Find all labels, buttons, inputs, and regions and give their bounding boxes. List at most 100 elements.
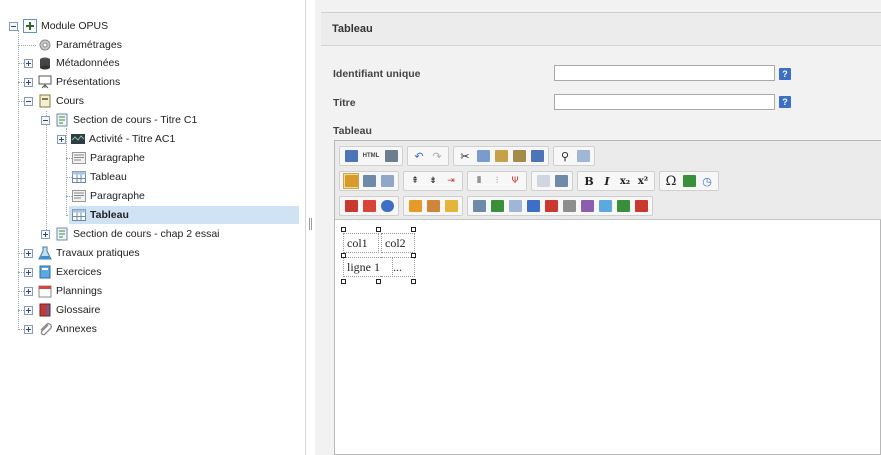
expand-toggle-icon[interactable] [24,267,33,277]
split-cells-icon[interactable] [553,173,569,189]
tree-node-label: Paragraphe [90,190,145,202]
tree-node-exercices[interactable]: Exercices [24,263,102,281]
print-icon[interactable] [383,148,399,164]
paste-text-icon[interactable] [511,148,527,164]
quiz-icon[interactable] [579,198,595,214]
tree-node-section-chap2[interactable]: Section de cours - chap 2 essai [41,225,220,243]
tree-node-annexes[interactable]: Annexes [24,320,97,338]
flash-icon[interactable] [615,198,631,214]
cut-icon[interactable]: ✂ [457,148,473,164]
expand-toggle-icon[interactable] [24,58,33,68]
tree-node-cours[interactable]: Cours [24,92,84,110]
collapse-toggle-icon[interactable] [9,21,18,31]
tree-node-tableau[interactable]: Tableau [72,168,127,186]
new-document-icon[interactable] [407,198,423,214]
tree-node-metadonnees[interactable]: Métadonnées [24,54,120,72]
resize-handle[interactable] [341,279,346,284]
table-properties-icon[interactable] [343,173,359,189]
pane-splitter[interactable] [305,0,315,455]
image-icon[interactable] [471,198,487,214]
html-source-button[interactable]: HTML [361,148,381,164]
cell-properties-icon[interactable] [379,173,395,189]
book-icon[interactable] [361,198,377,214]
superscript-button[interactable]: x² [635,173,651,189]
resize-handle[interactable] [376,279,381,284]
content-table[interactable]: col1 col2 ligne 1 ... [341,227,416,284]
collapse-toggle-icon[interactable] [24,96,33,106]
tree-node-glossaire[interactable]: Glossaire [24,301,100,319]
insert-date-icon[interactable] [681,173,697,189]
identifiant-unique-input[interactable] [554,65,775,81]
expand-toggle-icon[interactable] [24,305,33,315]
delete-row-icon[interactable]: ⇥ [443,173,459,189]
delete-col-icon[interactable]: Ψ [507,173,523,189]
rich-text-editor[interactable]: HTML ↶ ↷ ✂ ⚲ ⇞ ⇟ ⇥ ⫴ ⫶ Ψ B I x₂ x² Ω ◷ c… [334,140,881,455]
help-icon[interactable]: ? [779,96,791,108]
redo-icon[interactable]: ↷ [429,148,445,164]
people-icon[interactable] [543,198,559,214]
tree-node-plannings[interactable]: Plannings [24,282,102,300]
tree-node-paragraphe[interactable]: Paragraphe [72,187,145,205]
copy-icon[interactable] [475,148,491,164]
expand-toggle-icon[interactable] [41,229,50,239]
resize-handle[interactable] [341,227,346,232]
form-icon[interactable] [507,198,523,214]
collapse-toggle-icon[interactable] [41,115,50,125]
insert-row-before-icon[interactable]: ⇞ [407,173,423,189]
help-icon[interactable]: ? [779,68,791,80]
resource-icon[interactable] [633,198,649,214]
expand-toggle-icon[interactable] [24,77,33,87]
table-cell[interactable]: col1 [343,233,379,253]
insert-col-after-icon[interactable]: ⫶ [489,173,505,189]
source-icon[interactable] [343,148,359,164]
italic-button[interactable]: I [599,173,615,189]
tree-node-parametrages[interactable]: Paramétrages [38,36,122,54]
table-cell[interactable]: col2 [381,233,415,253]
tree-node-activite-ac1[interactable]: Activité - Titre AC1 [57,130,175,148]
subscript-button[interactable]: x₂ [617,173,633,189]
link-globe-icon[interactable] [379,198,395,214]
blue-book-icon[interactable] [525,198,541,214]
insert-row-after-icon[interactable]: ⇟ [425,173,441,189]
expand-toggle-icon[interactable] [24,324,33,334]
media-icon[interactable] [597,198,613,214]
special-char-button[interactable]: Ω [663,173,679,189]
toolbar-row-2: ⇞ ⇟ ⇥ ⫴ ⫶ Ψ B I x₂ x² Ω ◷ [339,171,723,191]
tree-node-tableau-selected[interactable]: Tableau [69,206,299,224]
bold-button[interactable]: B [581,173,597,189]
insert-table-icon[interactable] [361,173,377,189]
undo-icon[interactable]: ↶ [411,148,427,164]
resize-handle[interactable] [376,227,381,232]
tree-node-presentations[interactable]: Présentations [24,73,120,91]
insert-col-before-icon[interactable]: ⫴ [471,173,487,189]
table-cell[interactable]: ... [381,257,415,277]
expand-toggle-icon[interactable] [57,134,66,144]
tree-node-travaux-pratiques[interactable]: Travaux pratiques [24,244,140,262]
merge-cells-icon[interactable] [535,173,551,189]
find-icon[interactable]: ⚲ [557,148,573,164]
bookmark-red-icon[interactable] [343,198,359,214]
paste-word-icon[interactable] [529,148,545,164]
paste-icon[interactable] [493,148,509,164]
tree-node-paragraphe[interactable]: Paragraphe [72,149,145,167]
resize-handle[interactable] [411,227,416,232]
resize-handle[interactable] [411,253,416,258]
chart-icon[interactable] [489,198,505,214]
toolbar-row-1: HTML ↶ ↷ ✂ ⚲ [339,146,599,166]
edit-document-icon[interactable] [425,198,441,214]
tree-node-section-c1[interactable]: Section de cours - Titre C1 [41,111,197,129]
titre-input[interactable] [554,94,775,110]
pencil-icon[interactable] [561,198,577,214]
replace-icon[interactable] [575,148,591,164]
tree-node-module-opus[interactable]: Module OPUS [9,17,108,35]
editor-content[interactable]: col1 col2 ligne 1 ... [341,227,416,284]
panel-header: Tableau [321,12,881,46]
resize-handle[interactable] [341,253,346,258]
paperclip-icon [38,322,52,336]
folder-icon[interactable] [443,198,459,214]
expand-toggle-icon[interactable] [24,248,33,258]
expand-toggle-icon[interactable] [24,286,33,296]
clock-icon[interactable]: ◷ [699,173,715,189]
resize-handle[interactable] [411,279,416,284]
splitter-grip-icon[interactable] [309,218,312,230]
